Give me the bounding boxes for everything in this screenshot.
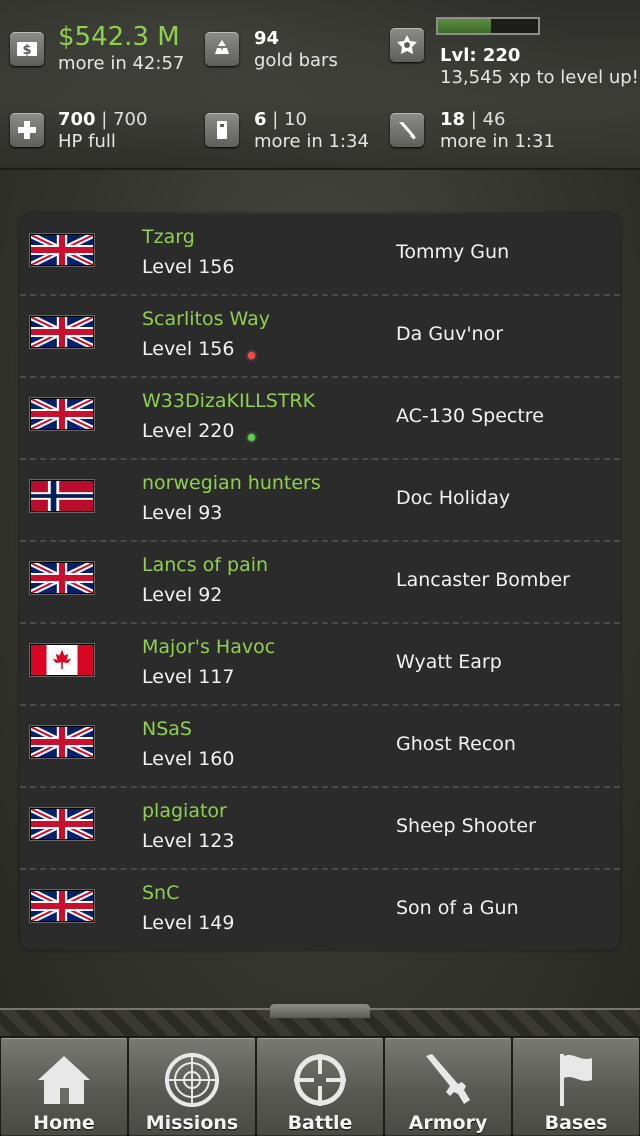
list-item[interactable]: norwegian hunters Level 93 Doc Holiday bbox=[20, 460, 620, 542]
list-item[interactable]: Major's Havoc Level 117 Wyatt Earp bbox=[20, 624, 620, 706]
stamina-current: 18 bbox=[440, 109, 466, 130]
tab-bases-label: Bases bbox=[544, 1112, 608, 1134]
rifle-icon bbox=[426, 1054, 470, 1104]
player-name[interactable]: NSaS bbox=[142, 718, 192, 740]
crosshair-icon bbox=[294, 1054, 346, 1106]
player-level: Level 156 bbox=[142, 256, 235, 278]
level-badge-icon bbox=[390, 28, 424, 62]
norway-flag-icon bbox=[30, 480, 94, 512]
canada-flag-icon bbox=[30, 644, 94, 676]
player-title: Sheep Shooter bbox=[396, 815, 536, 837]
gold-bars-icon bbox=[205, 32, 239, 66]
hp-separator: | bbox=[95, 109, 114, 130]
uk-flag-icon bbox=[30, 562, 94, 594]
cash-value: $542.3 M bbox=[58, 22, 180, 52]
tab-battle[interactable]: Battle bbox=[257, 1038, 383, 1136]
uk-flag-icon bbox=[30, 808, 94, 840]
xp-progress-bar bbox=[436, 17, 540, 35]
hp-value: 700 | 700 bbox=[58, 109, 147, 130]
hp-current: 700 bbox=[58, 109, 96, 130]
hp-status: HP full bbox=[58, 131, 116, 152]
list-item[interactable]: plagiator Level 123 Sheep Shooter bbox=[20, 788, 620, 870]
energy-separator: | bbox=[266, 109, 285, 130]
cash-timer: more in 42:57 bbox=[58, 53, 185, 74]
energy-current: 6 bbox=[254, 109, 267, 130]
online-status-dot bbox=[248, 434, 255, 441]
level-value: Lvl: 220 bbox=[440, 45, 521, 66]
stamina-separator: | bbox=[465, 109, 483, 130]
player-name[interactable]: W33DizaKILLSTRK bbox=[142, 390, 315, 412]
player-title: Son of a Gun bbox=[396, 897, 519, 919]
player-name[interactable]: Scarlitos Way bbox=[142, 308, 270, 330]
rail-clasp bbox=[270, 1004, 370, 1018]
player-title: Wyatt Earp bbox=[396, 651, 502, 673]
player-level: Level 149 bbox=[142, 912, 235, 934]
player-name[interactable]: Lancs of pain bbox=[142, 554, 268, 576]
player-name[interactable]: norwegian hunters bbox=[142, 472, 321, 494]
uk-flag-icon bbox=[30, 316, 94, 348]
uk-flag-icon bbox=[30, 398, 94, 430]
home-icon bbox=[38, 1056, 90, 1104]
tab-battle-label: Battle bbox=[287, 1112, 353, 1134]
player-name[interactable]: Tzarg bbox=[142, 226, 195, 248]
energy-value: 6 | 10 bbox=[254, 109, 307, 130]
svg-text:$: $ bbox=[22, 43, 31, 58]
flag-icon bbox=[560, 1054, 592, 1106]
gold-value: 94 bbox=[254, 28, 280, 49]
uk-flag-icon bbox=[30, 890, 94, 922]
tab-bar: Home Missions Battle Armory Bases bbox=[0, 1036, 640, 1136]
player-title: Da Guv'nor bbox=[396, 323, 504, 345]
player-title: Tommy Gun bbox=[396, 241, 510, 263]
player-level: Level 93 bbox=[142, 502, 223, 524]
uk-flag-icon bbox=[30, 726, 94, 758]
tab-bases[interactable]: Bases bbox=[513, 1038, 639, 1136]
stamina-blade-icon bbox=[390, 113, 424, 147]
energy-timer: more in 1:34 bbox=[254, 131, 369, 152]
energy-canister-icon bbox=[205, 113, 239, 147]
dollar-icon: $ bbox=[10, 32, 44, 66]
player-title: Lancaster Bomber bbox=[396, 569, 570, 591]
player-list: Tzarg Level 156 Tommy Gun Scarlitos Way … bbox=[20, 214, 620, 950]
player-name[interactable]: plagiator bbox=[142, 800, 227, 822]
player-title: Ghost Recon bbox=[396, 733, 516, 755]
player-level: Level 117 bbox=[142, 666, 235, 688]
tab-missions[interactable]: Missions bbox=[129, 1038, 255, 1136]
player-title: Doc Holiday bbox=[396, 487, 511, 509]
player-level: Level 123 bbox=[142, 830, 235, 852]
list-item[interactable]: W33DizaKILLSTRK Level 220 AC-130 Spectre bbox=[20, 378, 620, 460]
tab-missions-label: Missions bbox=[145, 1112, 239, 1134]
tab-armory-label: Armory bbox=[408, 1112, 488, 1134]
list-item[interactable]: Lancs of pain Level 92 Lancaster Bomber bbox=[20, 542, 620, 624]
xp-progress-fill bbox=[438, 19, 491, 33]
player-level: Level 220 bbox=[142, 420, 235, 442]
player-title: AC-130 Spectre bbox=[396, 405, 544, 427]
tab-home-label: Home bbox=[33, 1112, 95, 1134]
xp-to-level: 13,545 xp to level up! bbox=[440, 67, 639, 88]
list-item[interactable]: Scarlitos Way Level 156 Da Guv'nor bbox=[20, 296, 620, 378]
tab-armory[interactable]: Armory bbox=[385, 1038, 511, 1136]
online-status-dot bbox=[248, 352, 255, 359]
hp-max: 700 bbox=[113, 109, 148, 130]
stamina-max: 46 bbox=[482, 109, 506, 130]
list-item[interactable]: SnC Level 149 Son of a Gun bbox=[20, 870, 620, 950]
player-level: Level 160 bbox=[142, 748, 235, 770]
list-item[interactable]: NSaS Level 160 Ghost Recon bbox=[20, 706, 620, 788]
energy-max: 10 bbox=[284, 109, 307, 130]
radar-icon bbox=[165, 1053, 219, 1107]
gold-label: gold bars bbox=[254, 50, 338, 71]
player-name[interactable]: SnC bbox=[142, 882, 179, 904]
health-cross-icon bbox=[10, 113, 44, 147]
uk-flag-icon bbox=[30, 234, 94, 266]
tab-home[interactable]: Home bbox=[1, 1038, 127, 1136]
player-name[interactable]: Major's Havoc bbox=[142, 636, 275, 658]
stamina-timer: more in 1:31 bbox=[440, 131, 555, 152]
player-level: Level 92 bbox=[142, 584, 223, 606]
stamina-value: 18 | 46 bbox=[440, 109, 505, 130]
list-item[interactable]: Tzarg Level 156 Tommy Gun bbox=[20, 214, 620, 296]
player-level: Level 156 bbox=[142, 338, 235, 360]
status-header: $ $542.3 M more in 42:57 94 gold bars Lv… bbox=[0, 0, 640, 170]
